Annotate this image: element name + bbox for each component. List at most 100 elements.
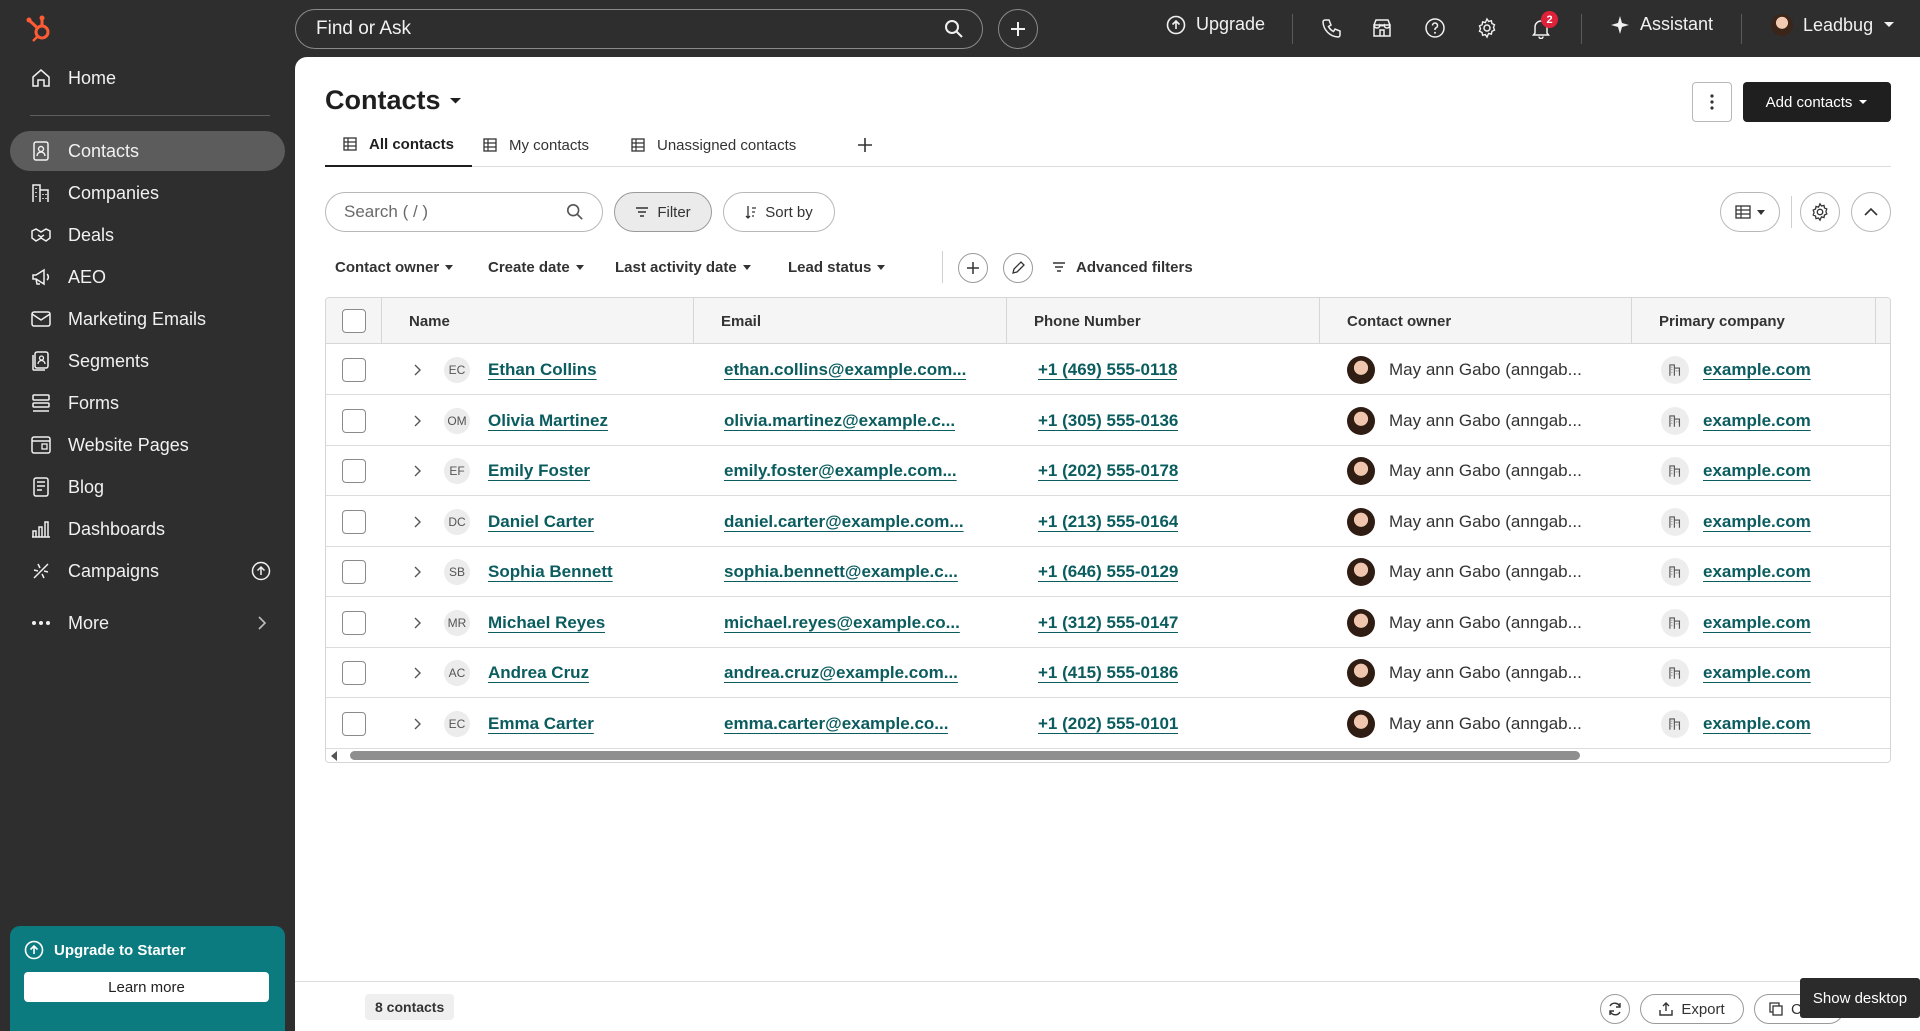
- row-checkbox[interactable]: [342, 408, 366, 433]
- expand-row-chevron-icon[interactable]: [414, 497, 434, 547]
- column-header-name[interactable]: Name: [382, 298, 694, 344]
- table-row[interactable]: MR Michael Reyes michael.reyes@example.co.…: [326, 598, 1890, 648]
- contacts-search-input[interactable]: Search ( / ): [325, 192, 603, 232]
- expand-row-chevron-icon[interactable]: [414, 699, 434, 749]
- company-link[interactable]: example.com: [1703, 461, 1811, 481]
- sidebar-item-deals[interactable]: Deals: [10, 215, 285, 255]
- contact-owner-filter[interactable]: Contact owner: [335, 247, 454, 287]
- expand-row-chevron-icon[interactable]: [414, 547, 434, 597]
- account-menu[interactable]: Leadbug: [1771, 14, 1895, 36]
- expand-row-chevron-icon[interactable]: [414, 598, 434, 648]
- contact-phone-link[interactable]: +1 (312) 555-0147: [1038, 613, 1178, 633]
- marketplace-icon[interactable]: [1371, 17, 1395, 41]
- contact-name-link[interactable]: Andrea Cruz: [488, 663, 589, 683]
- company-link[interactable]: example.com: [1703, 512, 1811, 532]
- hubspot-logo-icon[interactable]: [24, 14, 54, 44]
- more-actions-button[interactable]: [1692, 82, 1732, 122]
- learn-more-button[interactable]: Learn more: [24, 972, 269, 1002]
- sidebar-item-aeo[interactable]: AEO: [10, 257, 285, 297]
- row-checkbox[interactable]: [342, 661, 366, 685]
- create-new-button[interactable]: [998, 9, 1038, 49]
- contact-name-link[interactable]: Emily Foster: [488, 461, 590, 481]
- contact-name-link[interactable]: Michael Reyes: [488, 613, 605, 633]
- expand-row-chevron-icon[interactable]: [414, 446, 434, 496]
- sidebar-item-more[interactable]: More: [10, 603, 285, 643]
- contact-email-link[interactable]: michael.reyes@example.co...: [724, 613, 960, 633]
- contact-phone-link[interactable]: +1 (213) 555-0164: [1038, 512, 1178, 532]
- sidebar-item-campaigns[interactable]: Campaigns: [10, 551, 285, 591]
- table-view-selector[interactable]: [1720, 192, 1780, 232]
- contact-email-link[interactable]: emily.foster@example.com...: [724, 461, 957, 481]
- expand-row-chevron-icon[interactable]: [414, 345, 434, 395]
- contact-name-link[interactable]: Ethan Collins: [488, 360, 597, 380]
- create-date-filter[interactable]: Create date: [488, 247, 584, 287]
- edit-filters-button[interactable]: [1003, 253, 1033, 283]
- expand-row-chevron-icon[interactable]: [414, 648, 434, 698]
- settings-gear-icon[interactable]: [1476, 17, 1500, 41]
- contact-phone-link[interactable]: +1 (415) 555-0186: [1038, 663, 1178, 683]
- contact-phone-link[interactable]: +1 (646) 555-0129: [1038, 562, 1178, 582]
- sidebar-item-companies[interactable]: Companies: [10, 173, 285, 213]
- lead-status-filter[interactable]: Lead status: [788, 247, 886, 287]
- sidebar-item-contacts[interactable]: Contacts: [10, 131, 285, 171]
- contact-email-link[interactable]: sophia.bennett@example.c...: [724, 562, 958, 582]
- contact-name-link[interactable]: Emma Carter: [488, 714, 594, 734]
- tab-all-contacts[interactable]: All contacts: [325, 123, 473, 167]
- scrollbar-thumb[interactable]: [350, 751, 1580, 760]
- global-search-input[interactable]: Find or Ask: [295, 9, 983, 49]
- table-row[interactable]: EC Emma Carter emma.carter@example.co... +1…: [326, 699, 1890, 749]
- tab-unassigned-contacts[interactable]: Unassigned contacts: [613, 123, 814, 167]
- assistant-button[interactable]: Assistant: [1610, 14, 1713, 35]
- contact-email-link[interactable]: daniel.carter@example.com...: [724, 512, 964, 532]
- phone-icon[interactable]: [1320, 17, 1344, 41]
- tab-my-contacts[interactable]: My contacts: [465, 123, 607, 167]
- sort-by-button[interactable]: Sort by: [723, 192, 835, 232]
- row-checkbox[interactable]: [342, 459, 366, 483]
- table-row[interactable]: OM Olivia Martinez olivia.martinez@example…: [326, 396, 1890, 446]
- contact-email-link[interactable]: olivia.martinez@example.c...: [724, 411, 955, 431]
- contact-phone-link[interactable]: +1 (469) 555-0118: [1038, 360, 1177, 380]
- column-header-contact-owner[interactable]: Contact owner: [1320, 298, 1632, 344]
- filter-button[interactable]: Filter: [614, 192, 712, 232]
- add-filter-button[interactable]: [958, 253, 988, 283]
- table-row[interactable]: AC Andrea Cruz andrea.cruz@example.com... +…: [326, 648, 1890, 698]
- sidebar-item-home[interactable]: Home: [10, 58, 285, 98]
- scroll-left-arrow-icon[interactable]: [330, 751, 338, 761]
- table-settings-button[interactable]: [1800, 192, 1840, 232]
- horizontal-scrollbar[interactable]: [326, 748, 1890, 762]
- company-link[interactable]: example.com: [1703, 411, 1811, 431]
- row-checkbox[interactable]: [342, 358, 366, 382]
- table-row[interactable]: DC Daniel Carter daniel.carter@example.com…: [326, 497, 1890, 547]
- contact-email-link[interactable]: ethan.collins@example.com...: [724, 360, 966, 380]
- sidebar-item-dashboards[interactable]: Dashboards: [10, 509, 285, 549]
- contact-name-link[interactable]: Olivia Martinez: [488, 411, 608, 431]
- row-checkbox[interactable]: [342, 610, 366, 635]
- row-checkbox[interactable]: [342, 711, 366, 736]
- show-desktop-tooltip[interactable]: Show desktop: [1800, 978, 1920, 1018]
- contact-name-link[interactable]: Daniel Carter: [488, 512, 594, 532]
- refresh-button[interactable]: [1600, 994, 1630, 1024]
- expand-row-chevron-icon[interactable]: [414, 396, 434, 446]
- company-link[interactable]: example.com: [1703, 562, 1811, 582]
- company-link[interactable]: example.com: [1703, 613, 1811, 633]
- add-view-button[interactable]: [853, 133, 877, 157]
- contact-phone-link[interactable]: +1 (305) 555-0136: [1038, 411, 1178, 431]
- row-checkbox[interactable]: [342, 560, 366, 584]
- company-link[interactable]: example.com: [1703, 714, 1811, 734]
- contact-name-link[interactable]: Sophia Bennett: [488, 562, 613, 582]
- table-row[interactable]: SB Sophia Bennett sophia.bennett@example.c…: [326, 547, 1890, 597]
- add-contacts-button[interactable]: Add contacts: [1743, 82, 1891, 122]
- row-checkbox[interactable]: [342, 509, 366, 534]
- column-header-phone[interactable]: Phone Number: [1007, 298, 1320, 344]
- contact-phone-link[interactable]: +1 (202) 555-0178: [1038, 461, 1178, 481]
- column-header-primary-company[interactable]: Primary company: [1632, 298, 1876, 344]
- sidebar-item-blog[interactable]: Blog: [10, 467, 285, 507]
- sidebar-item-segments[interactable]: Segments: [10, 341, 285, 381]
- export-button[interactable]: Export: [1640, 994, 1744, 1024]
- last-activity-date-filter[interactable]: Last activity date: [615, 247, 751, 287]
- select-all-checkbox[interactable]: [342, 309, 366, 333]
- column-header-email[interactable]: Email: [694, 298, 1007, 344]
- sidebar-item-marketing-emails[interactable]: Marketing Emails: [10, 299, 285, 339]
- sidebar-item-forms[interactable]: Forms: [10, 383, 285, 423]
- table-row[interactable]: EF Emily Foster emily.foster@example.com..…: [326, 446, 1890, 496]
